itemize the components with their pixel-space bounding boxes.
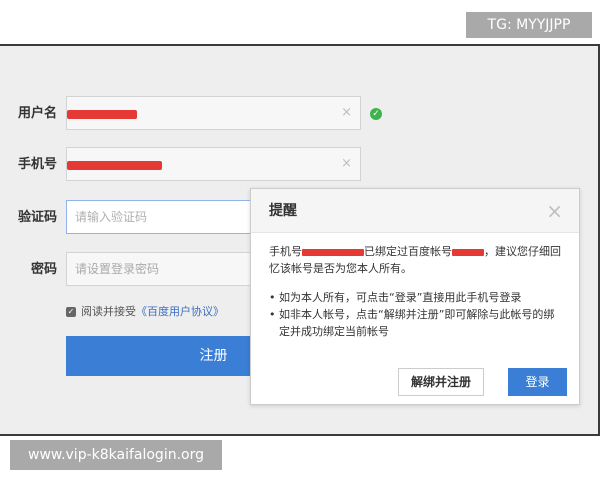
phone-redaction	[302, 248, 364, 256]
phone-row: 手机号 ×	[0, 147, 598, 187]
watermark-top: TG: MYYJJPP	[466, 12, 592, 38]
clear-icon[interactable]: ×	[341, 148, 352, 180]
phone-redaction	[67, 161, 162, 170]
agreement-line: ✓ 阅读并接受《百度用户协议》	[66, 304, 224, 320]
close-icon[interactable]: ×	[546, 189, 563, 233]
username-row: 用户名 × ✓	[0, 96, 598, 136]
phone-input[interactable]: ×	[66, 147, 361, 181]
reminder-dialog: 提醒 × 手机号已绑定过百度帐号，建议您仔细回忆该帐号是否为您本人所有。 如为本…	[250, 188, 580, 405]
login-button[interactable]: 登录	[508, 368, 567, 396]
dialog-title: 提醒	[269, 203, 297, 219]
dialog-body: 手机号已绑定过百度帐号，建议您仔细回忆该帐号是否为您本人所有。 如为本人所有，可…	[269, 243, 565, 340]
dialog-message: 手机号 已绑定过百度帐号 ，建议您仔细回忆该帐号是否为您本人所有。	[269, 243, 565, 277]
username-label: 用户名	[17, 106, 57, 121]
message-prefix: 手机号	[269, 245, 302, 258]
clear-icon[interactable]: ×	[341, 97, 352, 129]
watermark-bottom: www.vip-k8kaifalogin.org	[10, 440, 222, 470]
username-redaction	[67, 110, 137, 119]
verify-label: 验证码	[17, 210, 57, 225]
message-mid: 已绑定过百度帐号	[364, 245, 452, 258]
phone-label: 手机号	[17, 157, 57, 172]
agreement-checkbox[interactable]: ✓	[66, 307, 76, 317]
registration-screen: 用户名 × ✓ 手机号 × 验证码 请输入验证码 密码 请设置登录密码 ✓ 阅读…	[0, 44, 600, 436]
check-icon: ✓	[370, 108, 382, 120]
username-input[interactable]: ×	[66, 96, 361, 130]
agreement-text: 阅读并接受	[81, 305, 136, 318]
dialog-header: 提醒 ×	[251, 189, 579, 233]
dialog-bullet-unbind: 如非本人帐号，点击“解绑并注册”即可解除与此帐号的绑定并成功绑定当前帐号	[269, 306, 565, 340]
screenshot-page: TG: MYYJJPP 用户名 × ✓ 手机号 × 验证码 请输入验证码 密码	[0, 0, 600, 480]
account-redaction	[452, 248, 484, 256]
agreement-link[interactable]: 《百度用户协议》	[136, 305, 224, 318]
dialog-bullet-login: 如为本人所有，可点击“登录”直接用此手机号登录	[269, 289, 565, 306]
password-label: 密码	[30, 262, 57, 277]
unbind-register-button[interactable]: 解绑并注册	[398, 368, 484, 396]
